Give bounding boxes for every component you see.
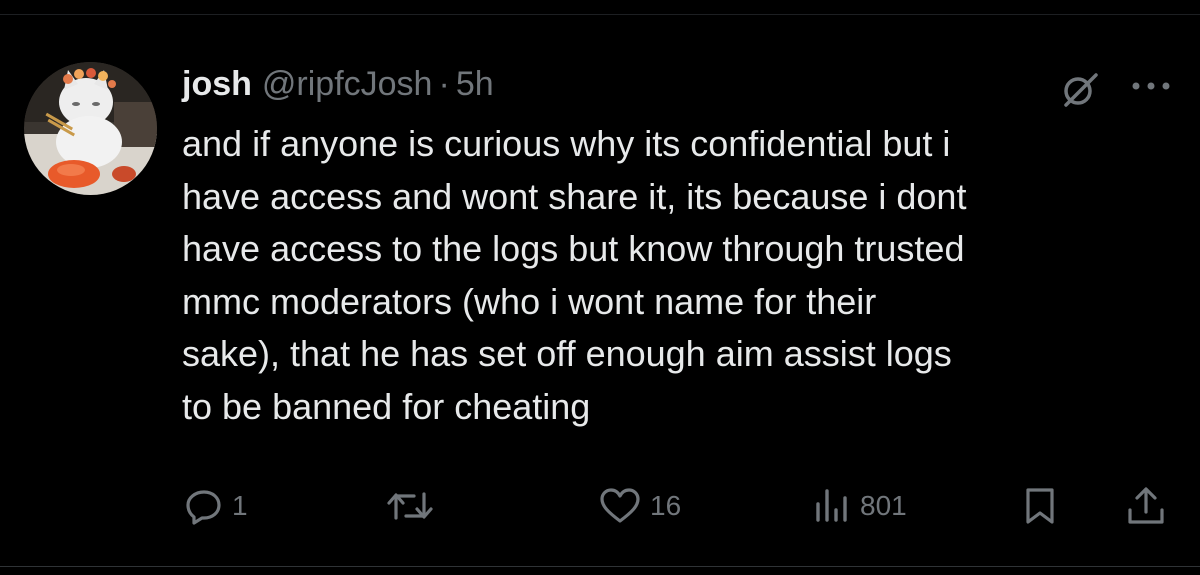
bottom-divider — [0, 566, 1200, 567]
reply-count: 1 — [232, 490, 248, 521]
tweet-text-line: and if anyone is curious why its confide… — [182, 123, 951, 164]
reply-icon — [186, 490, 221, 525]
heart-icon — [600, 488, 640, 523]
reply-button[interactable]: 1 — [184, 486, 248, 526]
avatar[interactable] — [24, 62, 157, 195]
bookmark-button[interactable] — [1020, 486, 1060, 526]
tweet-text-line: have access and wont share it, its becau… — [182, 175, 967, 217]
tweet-text-line: to be banned for cheating — [182, 385, 591, 427]
share-button[interactable] — [1124, 486, 1168, 526]
share-icon — [1128, 487, 1164, 524]
timestamp[interactable]: 5h — [456, 62, 494, 106]
tweet-text: and if anyone is curious why its confide… — [182, 118, 1182, 433]
like-button[interactable]: 16 — [598, 486, 681, 526]
like-count: 16 — [650, 490, 682, 521]
tweet-header: josh @ripfcJosh · 5h — [182, 62, 494, 106]
white-cat-avatar-icon — [24, 62, 157, 195]
separator-dot: · — [438, 65, 450, 103]
grok-icon[interactable] — [1058, 70, 1102, 110]
retweet-icon — [387, 492, 433, 520]
views-icon — [816, 489, 847, 522]
retweet-button[interactable] — [386, 486, 434, 526]
tweet-card[interactable]: josh @ripfcJosh · 5h and if anyone is cu… — [0, 0, 1200, 575]
tweet-text-line: sake), that he has set off enough aim as… — [182, 333, 952, 374]
views-button[interactable]: 801 — [812, 486, 907, 526]
views-count: 801 — [860, 490, 907, 521]
top-divider — [0, 14, 1200, 15]
user-handle[interactable]: @ripfcJosh — [262, 62, 433, 106]
display-name[interactable]: josh — [182, 62, 252, 106]
tweet-text-line: mmc moderators (who i wont name for thei… — [182, 280, 877, 322]
tweet-text-line: have access to the logs but know through… — [182, 228, 965, 269]
bookmark-icon — [1026, 488, 1054, 524]
more-icon[interactable] — [1128, 78, 1174, 94]
